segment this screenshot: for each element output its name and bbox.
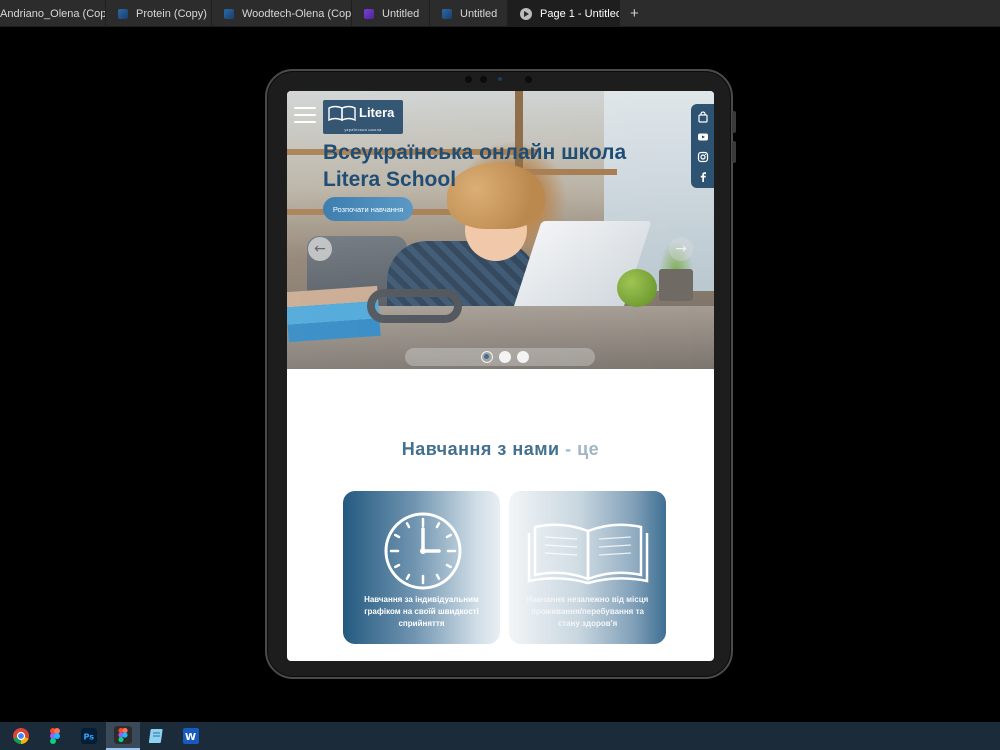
tab-label: Untitled <box>460 7 498 20</box>
feature-card-schedule[interactable]: Навчання за індивідуальним графіком на с… <box>343 491 500 644</box>
tab-label: Woodtech-Olena (Copy) <box>242 7 352 20</box>
figma-icon <box>50 728 60 744</box>
youtube-icon[interactable] <box>697 131 709 143</box>
chrome-icon <box>13 728 29 744</box>
side-button <box>732 141 736 163</box>
logo-subtitle: українська школа <box>344 127 382 132</box>
slider-dot-3[interactable] <box>517 351 529 363</box>
word-icon: W <box>183 728 199 744</box>
feature-card-location[interactable]: Навчання незалежно від місця проживання/… <box>509 491 666 644</box>
tab-protein[interactable]: Protein (Copy) <box>106 0 212 27</box>
camera-dot <box>525 76 532 83</box>
figma-file-icon <box>442 8 452 19</box>
photoshop-icon: Ps <box>81 728 97 744</box>
facebook-icon[interactable] <box>697 171 709 183</box>
section-title-main: Навчання з нами <box>401 439 560 459</box>
clock-icon <box>384 512 462 590</box>
tab-woodtech[interactable]: Woodtech-Olena (Copy) <box>212 0 352 27</box>
taskbar-chrome[interactable] <box>4 722 38 750</box>
tab-label: Page 1 - Untitled <box>540 7 620 20</box>
hero-title-line: Всеукраїнська онлайн школа <box>323 141 627 164</box>
card-text: Навчання незалежно від місця проживання/… <box>526 595 649 628</box>
tab-untitled-2[interactable]: Untitled <box>430 0 508 27</box>
logo-name: Litera <box>359 105 395 120</box>
figma-icon <box>114 726 132 744</box>
slider-dot-2[interactable] <box>499 351 511 363</box>
tab-page1[interactable]: Page 1 - Untitled ✕ <box>508 0 620 27</box>
slider-dots <box>405 348 595 366</box>
figma-file-icon <box>118 8 128 19</box>
start-learning-button[interactable]: Розпочати навчання <box>323 197 413 221</box>
taskbar-notepad[interactable] <box>140 722 174 750</box>
side-button <box>732 111 736 133</box>
os-taskbar: Ps W <box>0 722 1000 750</box>
logo-book-icon <box>328 105 356 121</box>
taskbar-word[interactable]: W <box>174 722 208 750</box>
instagram-icon[interactable] <box>697 151 709 163</box>
section-title: Навчання з нами - це <box>287 439 714 460</box>
taskbar-figma-active[interactable] <box>106 722 140 750</box>
tablet-frame: Litera українська школа Всеукраїнська он… <box>265 69 736 679</box>
new-tab-button[interactable]: + <box>620 0 649 26</box>
svg-text:W: W <box>185 732 196 743</box>
svg-text:Ps: Ps <box>84 733 95 742</box>
card-text: Навчання за індивідуальним графіком на с… <box>364 595 479 628</box>
slider-dot-1[interactable] <box>481 351 493 363</box>
camera-dot <box>465 76 472 83</box>
hero-title: Всеукраїнська онлайн школа Litera School <box>323 139 663 193</box>
tab-andriano[interactable]: Andriano_Olena (Copy) <box>0 0 106 27</box>
figma-file-icon <box>224 8 234 19</box>
open-book-icon <box>527 523 649 585</box>
hamburger-menu-icon[interactable] <box>294 107 316 123</box>
section-title-faded: - це <box>559 439 600 459</box>
slider-next-arrow-icon[interactable]: → <box>669 237 693 261</box>
taskbar-photoshop[interactable]: Ps <box>72 722 106 750</box>
social-bar <box>691 104 714 188</box>
camera-dot <box>480 76 487 83</box>
camera-dot <box>498 77 502 81</box>
tablet-screen: Litera українська школа Всеукраїнська он… <box>287 91 714 661</box>
figma-file-icon <box>364 8 374 19</box>
shopping-bag-icon[interactable] <box>697 111 709 123</box>
prototype-play-icon <box>520 7 532 20</box>
tab-untitled-1[interactable]: Untitled <box>352 0 430 27</box>
tab-label: Untitled <box>382 7 420 20</box>
hero-title-line: Litera School <box>323 168 457 191</box>
tab-label: Protein (Copy) <box>136 7 207 20</box>
taskbar-figma[interactable] <box>38 722 72 750</box>
notepad-icon <box>148 729 163 743</box>
tab-label: Andriano_Olena (Copy) <box>0 7 106 20</box>
hero-slider: Litera українська школа Всеукраїнська он… <box>287 91 714 369</box>
slider-prev-arrow-icon[interactable]: ← <box>308 237 332 261</box>
site-logo[interactable]: Litera українська школа <box>323 100 403 134</box>
tab-bar: Andriano_Olena (Copy) Protein (Copy) Woo… <box>0 0 1000 27</box>
